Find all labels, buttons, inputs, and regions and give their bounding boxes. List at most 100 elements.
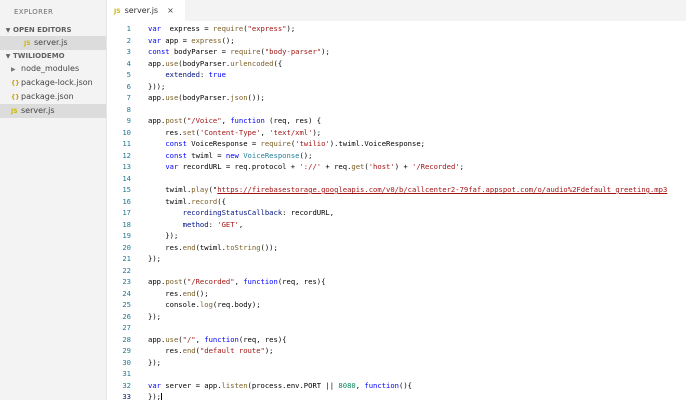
code-line[interactable]: 8: [107, 104, 131, 115]
line-number: 30: [122, 357, 131, 367]
code-line[interactable]: 18 method: 'GET',: [107, 219, 243, 230]
open-editors-header[interactable]: ▼ OPEN EDITORS: [0, 24, 106, 36]
close-icon[interactable]: ×: [167, 6, 174, 15]
tree-item-package-json[interactable]: {}package.json: [0, 90, 106, 104]
line-number: 26: [122, 311, 131, 321]
line-number: 21: [122, 254, 131, 263]
code-line[interactable]: 27: [107, 322, 131, 333]
line-number: 24: [122, 288, 131, 298]
code-line[interactable]: 24 res.end();: [107, 288, 208, 299]
line-number: 1: [126, 24, 131, 33]
line-number: 13: [122, 162, 131, 171]
code-line[interactable]: 32 var server = app.listen(process.env.PO…: [107, 380, 412, 391]
code-text: twiml.play("https://firebasestorage.goog…: [148, 185, 668, 194]
project-folder-label: TWILIODEMO: [13, 52, 65, 60]
code-text: method: 'GET',: [182, 219, 244, 229]
code-text: var express = require("express");: [148, 24, 296, 33]
line-number: 33: [122, 392, 131, 400]
javascript-file-icon: JS: [114, 8, 121, 15]
code-text: res.end("default route");: [148, 346, 274, 355]
code-line[interactable]: 10 res.set('Content-Type', 'text/xml');: [107, 127, 321, 138]
line-number: 7: [126, 93, 131, 102]
tree-item-label: node_modules: [21, 64, 80, 73]
code-line[interactable]: 19 });: [107, 230, 178, 241]
code-line[interactable]: 17 recordingStatusCallback: recordURL,: [107, 207, 334, 218]
line-number: 12: [122, 150, 131, 160]
code-line[interactable]: 30});: [107, 357, 161, 368]
line-number: 22: [122, 265, 131, 275]
tree-item-package-lock-json[interactable]: {}package-lock.json: [0, 76, 106, 90]
code-text: twiml.record({: [148, 196, 226, 206]
code-text: const bodyParser = require("body-parser"…: [148, 47, 330, 56]
line-number: 6: [126, 81, 131, 91]
code-line[interactable]: 2 var app = express();: [107, 35, 235, 46]
explorer-title: EXPLORER: [14, 8, 54, 16]
javascript-file-icon: JS: [11, 108, 18, 115]
code-text: app.post("/Recorded", function(req, res)…: [148, 277, 326, 286]
code-line[interactable]: 3 const bodyParser = require("body-parser…: [107, 46, 330, 57]
code-line[interactable]: 5 extended: true: [107, 69, 226, 80]
code-text: var app = express();: [148, 35, 235, 45]
code-line[interactable]: 21});: [107, 253, 161, 264]
code-line[interactable]: 33});: [107, 391, 162, 400]
code-line[interactable]: 1 var express = require("express");: [107, 23, 295, 34]
code-line[interactable]: 16 twiml.record({: [107, 196, 226, 207]
line-number: 15: [122, 185, 131, 194]
code-editor[interactable]: 1 var express = require("express"); 2 var a…: [107, 21, 686, 400]
code-text: app.use("/", function(req, res){: [148, 334, 287, 344]
line-number: 31: [122, 369, 131, 378]
line-number: 18: [122, 219, 131, 229]
tree-item-node-modules[interactable]: ▶ node_modules: [0, 62, 106, 76]
code-line[interactable]: 26});: [107, 311, 161, 322]
editor-tab-bar: JS server.js ×: [107, 0, 686, 21]
code-line[interactable]: 29 res.end("default route");: [107, 345, 273, 356]
open-editor-label: server.js: [34, 38, 68, 47]
code-text: res.end(twiml.toString());: [148, 242, 278, 252]
code-text: console.log(req.body);: [148, 300, 261, 309]
code-line[interactable]: 9 app.post("/Voice", function (req, res) …: [107, 115, 321, 126]
code-text: res.set('Content-Type', 'text/xml');: [148, 127, 322, 137]
code-text: }));: [148, 81, 166, 91]
line-number: 17: [122, 208, 131, 217]
code-text: });: [148, 392, 162, 400]
code-line[interactable]: 12 const twiml = new VoiceResponse();: [107, 150, 312, 161]
javascript-file-icon: JS: [24, 40, 31, 47]
code-line[interactable]: 15 twiml.play("https://firebasestorage.g…: [107, 184, 667, 195]
open-editor-item-server-js[interactable]: JS server.js: [0, 36, 106, 50]
line-number: 10: [122, 127, 131, 137]
code-line[interactable]: 4 app.use(bodyParser.urlencoded({: [107, 58, 283, 69]
line-number: 11: [122, 139, 131, 148]
tree-item-label: package.json: [21, 92, 74, 101]
tree-item-label: package-lock.json: [21, 78, 93, 87]
explorer-sidebar: EXPLORER ▼ OPEN EDITORS JS server.js ▼ TWIL…: [0, 0, 107, 400]
code-text: const twiml = new VoiceResponse();: [165, 150, 313, 160]
tab-server-js[interactable]: JS server.js ×: [107, 0, 185, 21]
line-number: 9: [126, 116, 131, 125]
line-number: 25: [122, 300, 131, 309]
tree-item-server-js[interactable]: JS server.js: [0, 104, 106, 118]
project-folder-header[interactable]: ▼ TWILIODEMO: [0, 50, 106, 62]
code-text: app.use(bodyParser.json());: [148, 93, 265, 102]
code-line[interactable]: 28 app.use("/", function(req, res){: [107, 334, 286, 345]
code-text: });: [148, 231, 179, 240]
code-line[interactable]: 25 console.log(req.body);: [107, 299, 260, 310]
code-text: });: [148, 357, 161, 367]
code-text: recordingStatusCallback: recordURL,: [182, 208, 335, 217]
code-line[interactable]: 7 app.use(bodyParser.json());: [107, 92, 265, 103]
tab-label: server.js: [124, 6, 159, 15]
line-number: 20: [122, 242, 131, 252]
code-line[interactable]: 6}));: [107, 81, 166, 92]
code-line[interactable]: 23 app.post("/Recorded", function(req, re…: [107, 276, 325, 287]
code-line[interactable]: 14: [107, 173, 131, 184]
line-number: 8: [126, 104, 131, 114]
text-cursor: [160, 392, 162, 400]
code-line[interactable]: 13 var recordURL = req.protocol + '://' …: [107, 161, 464, 172]
line-number: 3: [126, 47, 131, 56]
code-line[interactable]: 22: [107, 265, 131, 276]
code-line[interactable]: 11 const VoiceResponse = require('twilio…: [107, 138, 425, 149]
json-file-icon: {}: [11, 94, 20, 101]
chevron-right-icon: ▶: [11, 66, 16, 73]
line-number: 4: [126, 58, 131, 68]
code-line[interactable]: 20 res.end(twiml.toString());: [107, 242, 278, 253]
code-line[interactable]: 31: [107, 368, 131, 379]
